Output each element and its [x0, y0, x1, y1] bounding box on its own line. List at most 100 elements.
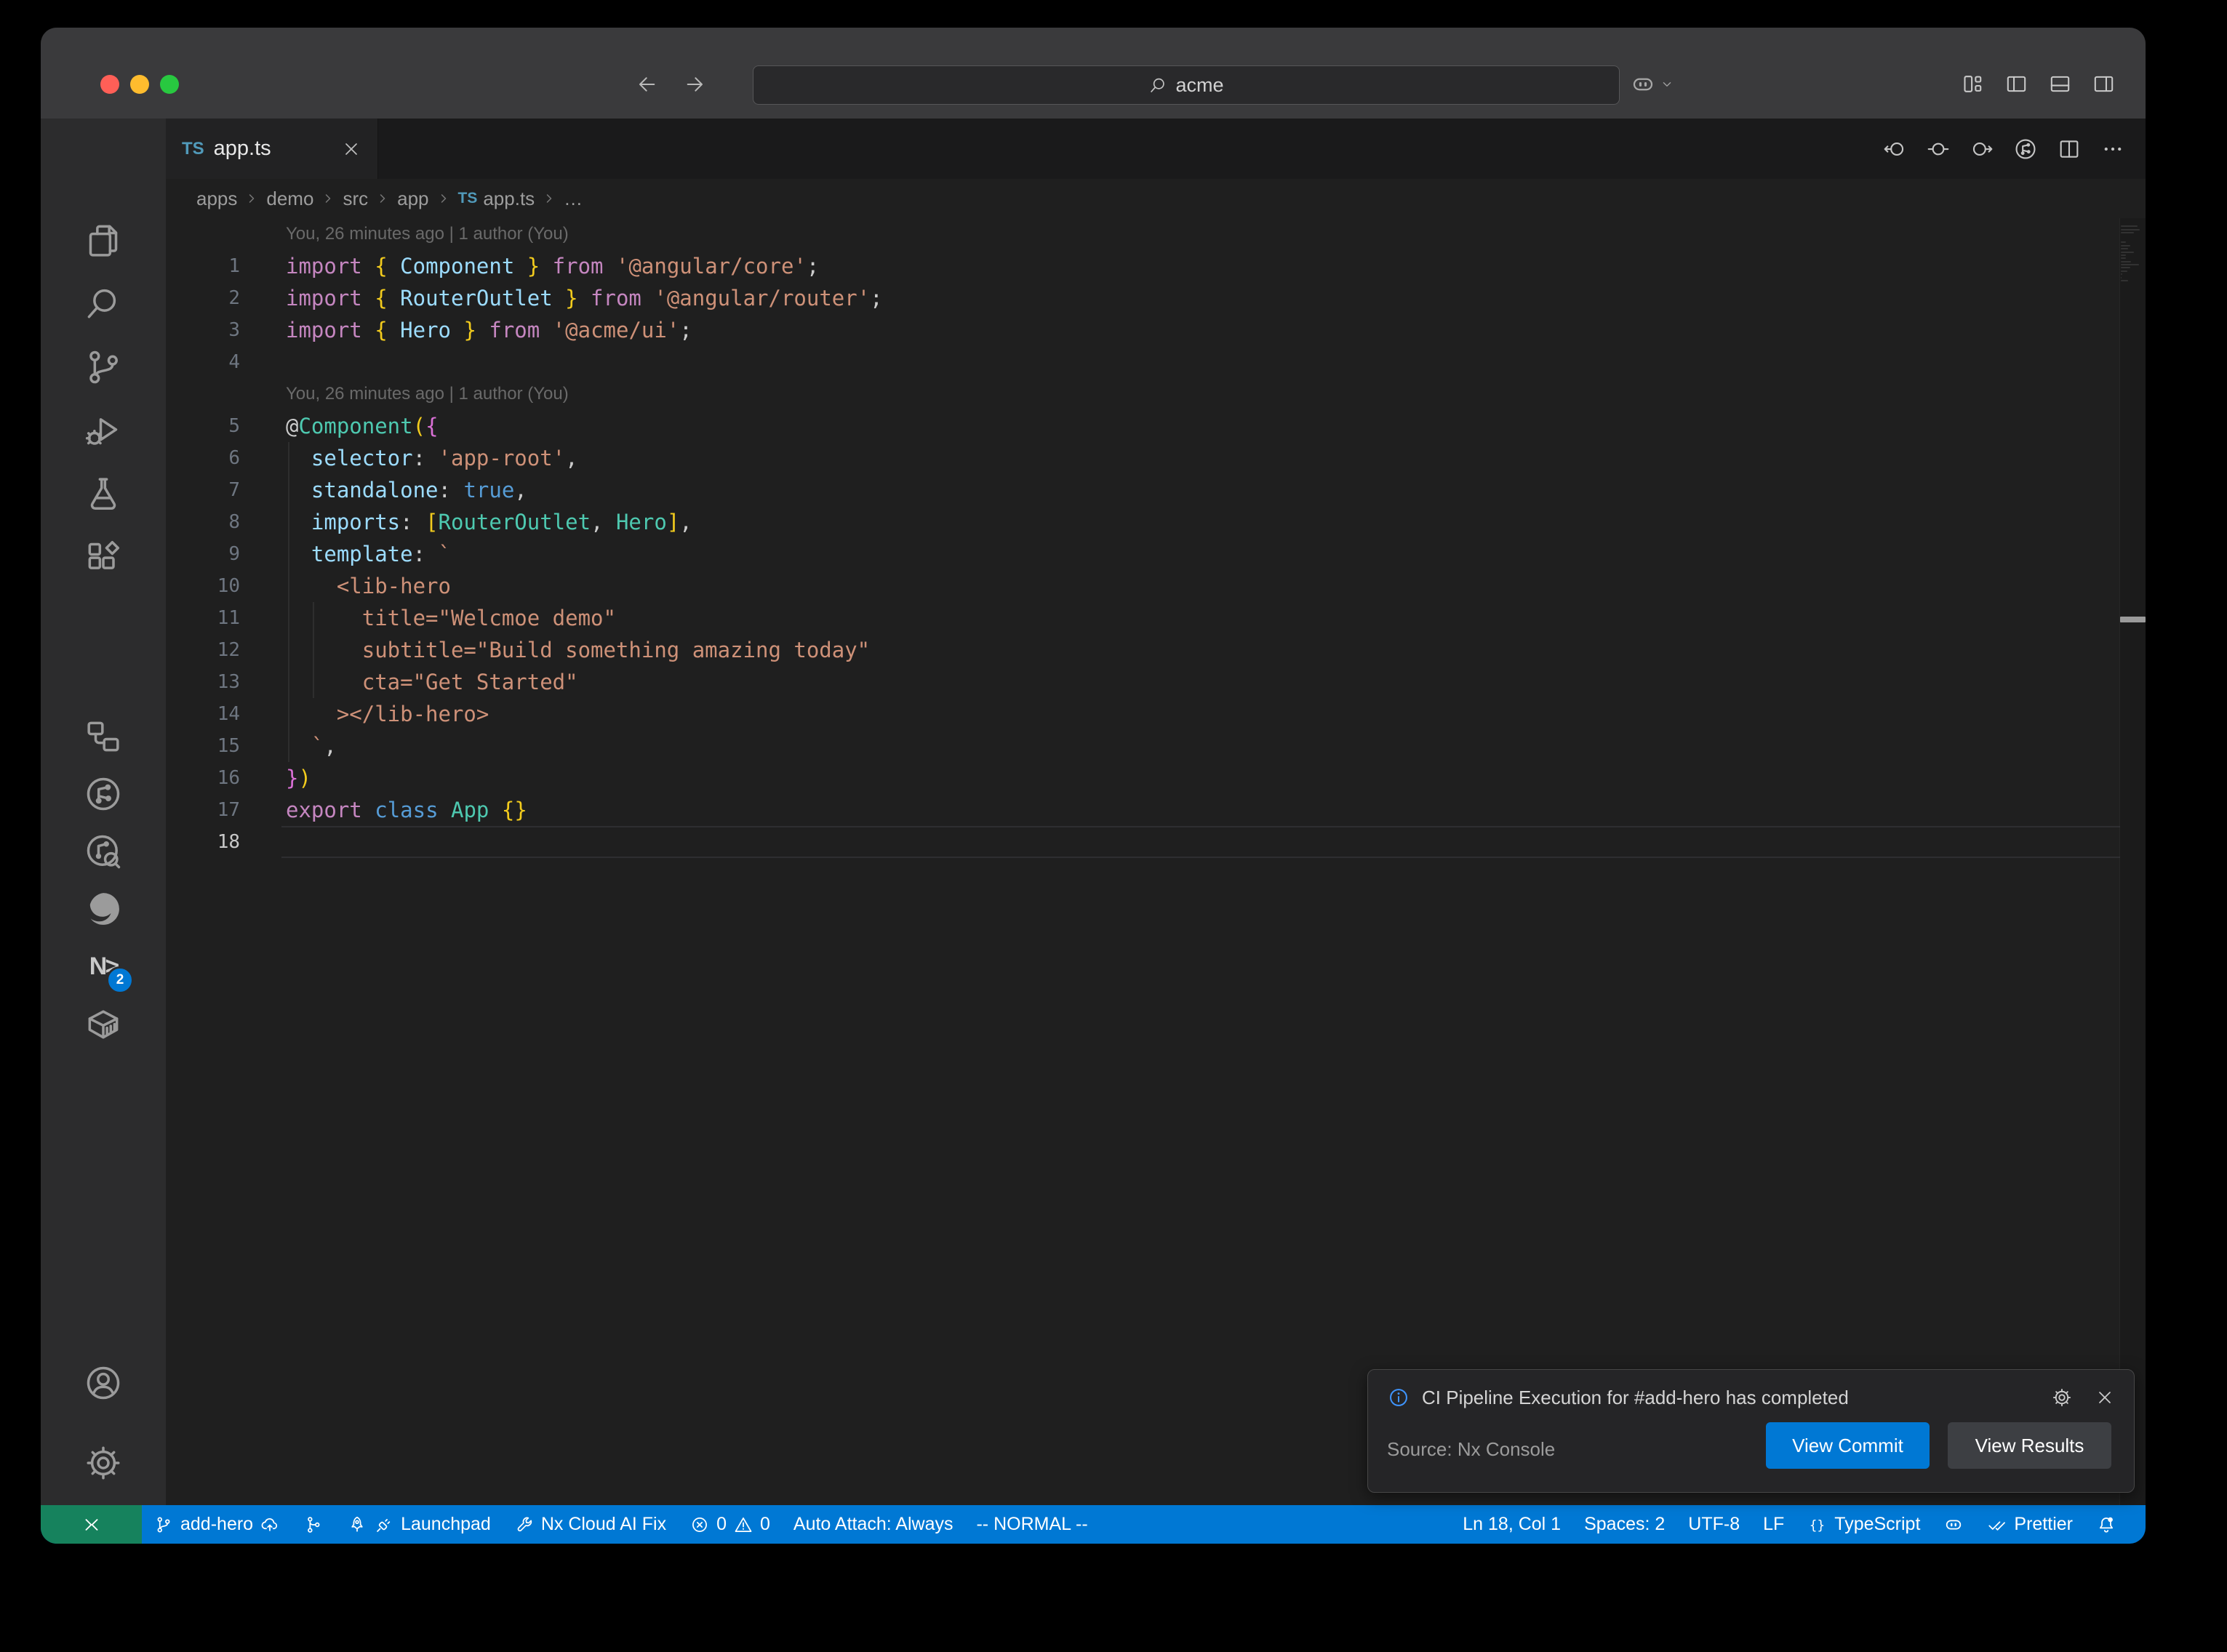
git-blame-annotation[interactable]: You, 26 minutes ago | 1 author (You) — [166, 218, 2146, 250]
nav-forward-button[interactable] — [1970, 137, 1994, 161]
code-line-16[interactable]: 16}) — [166, 762, 2146, 794]
status-label: Prettier — [2014, 1514, 2073, 1535]
activity-item-explorer[interactable] — [83, 220, 124, 261]
activity-item-extensions[interactable] — [83, 537, 124, 577]
breadcrumb-item[interactable]: src — [343, 188, 368, 210]
toggle-primary-sidebar-icon[interactable] — [2004, 72, 2028, 96]
code-text: import { RouterOutlet } from '@angular/r… — [286, 282, 883, 314]
status-notifications-bell[interactable] — [2084, 1505, 2128, 1544]
title-bar: acme — [41, 28, 2146, 119]
customize-layout-icon[interactable] — [1961, 72, 1985, 96]
view-results-button[interactable]: View Results — [1948, 1422, 2111, 1469]
status-language-mode[interactable]: {}TypeScript — [1796, 1505, 1932, 1544]
activity-item-nx-console[interactable]: N>2 — [83, 946, 124, 987]
code-line-15[interactable]: 15 `, — [166, 730, 2146, 762]
status-auto-attach[interactable]: Auto Attach: Always — [782, 1505, 965, 1544]
toggle-panel-icon[interactable] — [2048, 72, 2072, 96]
status-copilot-status[interactable] — [1932, 1505, 1975, 1544]
history-back-icon[interactable] — [636, 73, 659, 96]
code-line-17[interactable]: 17export class App {} — [166, 794, 2146, 826]
code-text: @Component({ — [286, 410, 439, 442]
status-scm-graph[interactable] — [292, 1505, 335, 1544]
activity-item-accounts[interactable] — [83, 1363, 124, 1403]
close-window-button[interactable] — [100, 75, 119, 94]
nav-back-button[interactable] — [1882, 137, 1907, 161]
activity-item-project-structure[interactable] — [83, 716, 124, 757]
breadcrumb-item[interactable]: apps — [196, 188, 237, 210]
activity-item-nx-graph[interactable] — [83, 774, 124, 814]
activity-item-manage-settings[interactable] — [83, 1443, 124, 1483]
run-marker-button[interactable] — [1926, 137, 1951, 161]
status-nx-cloud-ai-fix[interactable]: Nx Cloud AI Fix — [503, 1505, 678, 1544]
line-number: 2 — [166, 282, 240, 314]
code-line-4[interactable]: 4 — [166, 346, 2146, 378]
code-line-13[interactable]: 13 cta="Get Started" — [166, 666, 2146, 698]
chevron-right-icon — [435, 190, 452, 207]
notification-settings-icon[interactable] — [2051, 1387, 2073, 1408]
activity-item-nx-project-details[interactable] — [83, 831, 124, 872]
breadcrumb-item[interactable]: app — [397, 188, 428, 210]
code-line-14[interactable]: 14 ></lib-hero> — [166, 698, 2146, 730]
code-text: `, — [286, 730, 337, 762]
code-line-1[interactable]: 1import { Component } from '@angular/cor… — [166, 250, 2146, 282]
tab-app-ts[interactable]: TS app.ts — [166, 119, 378, 179]
status-git-branch[interactable]: add-hero — [142, 1505, 292, 1544]
status-formatter[interactable]: Prettier — [1975, 1505, 2084, 1544]
code-line-12[interactable]: 12 subtitle="Build something amazing tod… — [166, 634, 2146, 666]
close-icon[interactable] — [341, 139, 361, 159]
code-line-8[interactable]: 8 imports: [RouterOutlet, Hero], — [166, 506, 2146, 538]
status-remote-indicator[interactable] — [41, 1505, 142, 1544]
notification-close-icon[interactable] — [2095, 1387, 2115, 1408]
line-number: 12 — [166, 634, 240, 666]
status-vim-mode[interactable]: -- NORMAL -- — [964, 1505, 1099, 1544]
status-encoding[interactable]: UTF-8 — [1676, 1505, 1751, 1544]
line-number: 3 — [166, 314, 240, 346]
code-line-3[interactable]: 3import { Hero } from '@acme/ui'; — [166, 314, 2146, 346]
breadcrumb-item[interactable]: demo — [266, 188, 313, 210]
status-indentation[interactable]: Spaces: 2 — [1572, 1505, 1676, 1544]
status-launchpad[interactable]: Launchpad — [335, 1505, 503, 1544]
nx-graph-button[interactable] — [2013, 137, 2038, 161]
code-line-7[interactable]: 7 standalone: true, — [166, 474, 2146, 506]
vscode-window: acme N>2 TS app.ts apps demo src app TSapp.t… — [41, 28, 2146, 1544]
copilot-menu-button[interactable] — [1630, 71, 1675, 97]
code-line-2[interactable]: 2 import { RouterOutlet } from '@angular/… — [166, 282, 2146, 314]
code-text: cta="Get Started" — [286, 666, 578, 698]
activity-item-source-control[interactable] — [83, 347, 124, 388]
code-line-6[interactable]: 6 selector: 'app-root', — [166, 442, 2146, 474]
activity-item-run-debug[interactable] — [83, 410, 124, 451]
more-actions-button[interactable] — [2100, 137, 2125, 161]
status-eol[interactable]: LF — [1751, 1505, 1796, 1544]
code-line-5[interactable]: 5@Component({ — [166, 410, 2146, 442]
zoom-window-button[interactable] — [160, 75, 179, 94]
status-cursor-position[interactable]: Ln 18, Col 1 — [1451, 1505, 1572, 1544]
view-commit-button[interactable]: View Commit — [1766, 1422, 1930, 1469]
line-number: 11 — [166, 602, 240, 634]
chevron-right-icon — [243, 190, 260, 207]
code-line-10[interactable]: 10 <lib-hero — [166, 570, 2146, 602]
status-label: Auto Attach: Always — [793, 1514, 953, 1535]
minimize-window-button[interactable] — [130, 75, 149, 94]
split-editor-button[interactable] — [2057, 137, 2082, 161]
status-problems[interactable]: 00 — [678, 1505, 782, 1544]
line-number: 7 — [166, 474, 240, 506]
blame-text: You, 26 minutes ago | 1 author (You) — [286, 218, 569, 250]
code-line-11[interactable]: 11 title="Welcmoe demo" — [166, 602, 2146, 634]
scrollbar[interactable] — [2119, 218, 2146, 1505]
history-forward-icon[interactable] — [683, 73, 706, 96]
activity-item-browser-preview[interactable] — [83, 889, 124, 929]
activity-item-containers[interactable] — [83, 1003, 124, 1044]
toggle-secondary-sidebar-icon[interactable] — [2092, 72, 2116, 96]
line-number: 1 — [166, 250, 240, 282]
plug-icon — [374, 1515, 394, 1535]
breadcrumb-file[interactable]: TSapp.ts — [458, 188, 535, 210]
activity-item-search[interactable] — [83, 284, 124, 324]
breadcrumb-symbol-tail[interactable]: … — [564, 188, 583, 210]
code-editor[interactable]: You, 26 minutes ago | 1 author (You)1imp… — [166, 218, 2146, 1505]
code-line-9[interactable]: 9 template: ` — [166, 538, 2146, 570]
chevron-right-icon — [319, 190, 337, 207]
status-label: 0 — [760, 1514, 770, 1535]
git-blame-annotation[interactable]: You, 26 minutes ago | 1 author (You) — [166, 378, 2146, 410]
command-center-search[interactable]: acme — [753, 65, 1620, 105]
activity-item-testing[interactable] — [83, 473, 124, 514]
